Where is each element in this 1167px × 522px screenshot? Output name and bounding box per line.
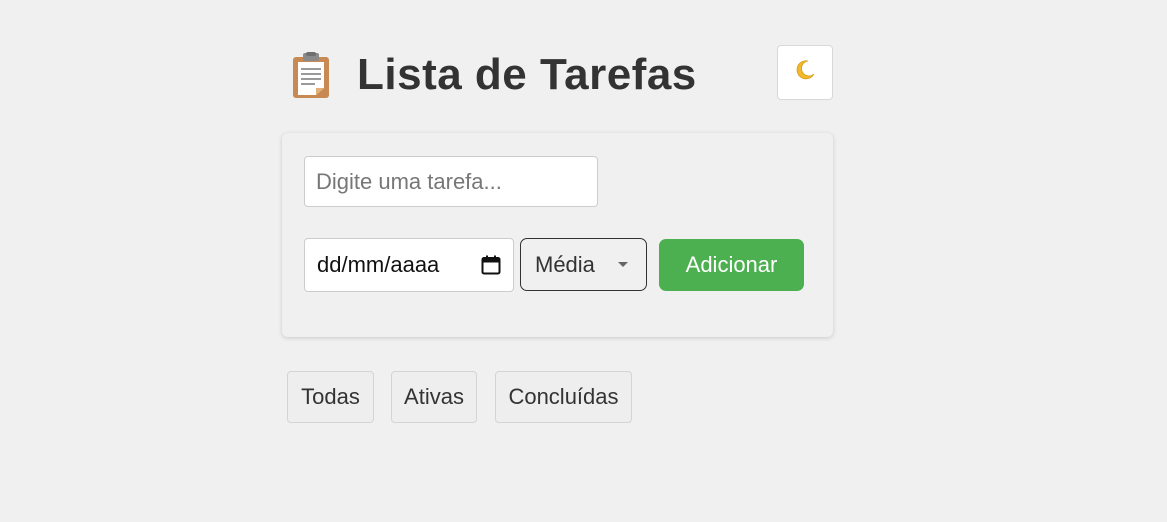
filter-completed-button[interactable]: Concluídas — [495, 371, 632, 423]
app-header: Lista de Tarefas — [288, 48, 833, 104]
filter-active-button[interactable]: Ativas — [391, 371, 477, 423]
page-title: Lista de Tarefas — [357, 50, 697, 99]
filter-all-button[interactable]: Todas — [287, 371, 374, 423]
theme-toggle-button[interactable] — [777, 45, 833, 100]
date-format-text: dd/mm/aaaa — [317, 252, 440, 277]
moon-icon — [794, 59, 816, 86]
task-input[interactable] — [304, 156, 598, 207]
clipboard-icon — [291, 52, 331, 100]
priority-select[interactable]: Média — [520, 238, 647, 291]
chevron-down-icon — [618, 262, 628, 267]
due-date-input[interactable]: dd/mm/aaaa — [304, 238, 514, 292]
task-form-card: dd/mm/aaaa Média Adicionar — [282, 133, 833, 337]
priority-selected-value: Média — [535, 251, 595, 277]
calendar-icon[interactable] — [481, 255, 501, 275]
add-task-button[interactable]: Adicionar — [659, 239, 804, 291]
